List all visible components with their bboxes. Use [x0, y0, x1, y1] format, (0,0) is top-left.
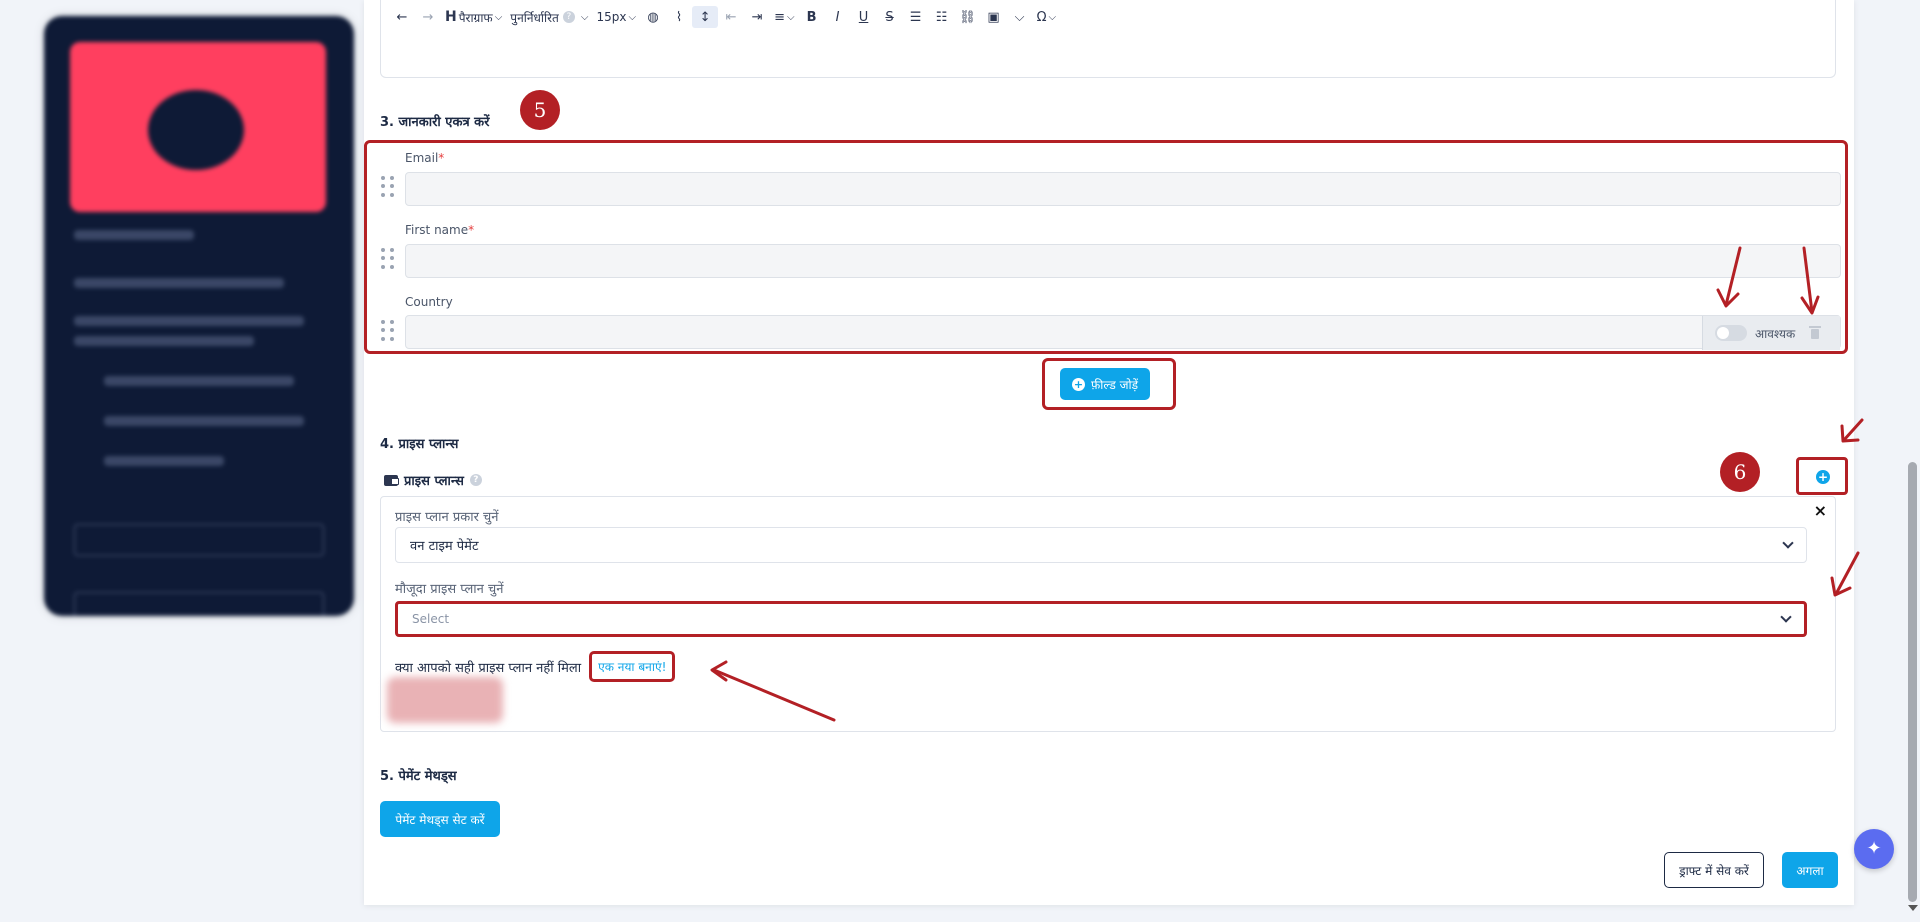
section-title-payment-methods: 5. पेमेंट मेथड्स — [380, 769, 457, 784]
more-dropdown-icon[interactable]: ⌵ — [1007, 6, 1033, 28]
add-field-button[interactable]: + फ़ील्ड जोड़ें — [1060, 368, 1151, 400]
add-price-plan-button[interactable]: + — [1816, 470, 1830, 484]
field-input-country[interactable]: आवश्यक — [405, 315, 1841, 350]
scroll-down-icon[interactable] — [1908, 905, 1918, 911]
existing-plan-select[interactable]: Select — [395, 601, 1807, 637]
palette-icon[interactable]: ◍ — [640, 6, 666, 28]
redo-icon[interactable]: → — [415, 6, 441, 28]
save-draft-button[interactable]: ड्राफ्ट में सेव करें — [1664, 852, 1764, 888]
required-label: आवश्यक — [1755, 326, 1796, 341]
help-icon: ? — [469, 474, 482, 486]
align-dropdown[interactable]: ≡ ⌵ — [770, 6, 799, 28]
drag-handle-icon[interactable] — [381, 248, 395, 270]
plan-type-label: प्राइस प्लान प्रकार चुनें — [395, 510, 499, 525]
annotation-badge-5: 5 — [520, 90, 560, 130]
ai-assistant-icon[interactable]: ✦ — [1854, 829, 1894, 869]
underline-icon[interactable]: U — [851, 6, 877, 28]
chevron-down-icon — [1780, 611, 1792, 623]
plan-type-select[interactable]: वन टाइम पेमेंट — [395, 527, 1807, 563]
field-input-first-name[interactable] — [405, 244, 1841, 278]
required-toggle[interactable] — [1715, 325, 1747, 341]
line-height-icon[interactable]: ↕ — [692, 6, 719, 28]
price-plan-panel: × प्राइस प्लान प्रकार चुनें वन टाइम पेमे… — [380, 496, 1836, 732]
add-field-highlight: + फ़ील्ड जोड़ें — [1042, 358, 1176, 410]
fields-list: Email* First name* Country आवश्यक — [364, 140, 1848, 354]
create-new-plan-link[interactable]: एक नया बनाएं! — [598, 660, 666, 674]
field-label-email: Email* — [405, 151, 445, 165]
annotation-badge-6: 6 — [1720, 452, 1760, 492]
font-size-dropdown[interactable]: 15px ⌵ — [592, 6, 640, 28]
drag-handle-icon[interactable] — [381, 176, 395, 198]
link-icon[interactable]: ⛓ — [955, 6, 981, 28]
section-title-price-plans: 4. प्राइस प्लान्स — [380, 437, 459, 452]
form-card: ← → H पैराग्राफ ⌵ पुनर्निर्धारित? ⌵ 15px ⌵ ◍… — [364, 0, 1854, 905]
reset-dropdown[interactable]: पुनर्निर्धारित? ⌵ — [506, 6, 592, 28]
indent-icon[interactable]: ⇥ — [744, 6, 770, 28]
delete-icon[interactable] — [1809, 326, 1822, 340]
paragraph-dropdown[interactable]: H पैराग्राफ ⌵ — [441, 6, 506, 28]
add-price-plan-highlight: + — [1796, 457, 1848, 495]
field-label-first-name: First name* — [405, 223, 475, 237]
undo-icon[interactable]: ← — [389, 6, 415, 28]
field-label-country: Country — [405, 295, 453, 309]
highlight-icon[interactable]: ⌇ — [666, 6, 692, 28]
scrollbar-thumb[interactable] — [1908, 462, 1917, 902]
page-preview-panel — [44, 16, 354, 616]
next-button[interactable]: अगला — [1782, 852, 1838, 888]
setup-payment-methods-button[interactable]: पेमेंट मेथड्स सेट करें — [380, 801, 500, 837]
price-plans-header: प्राइस प्लान्स ? — [384, 471, 482, 489]
create-plan-highlight: एक नया बनाएं! — [589, 651, 676, 682]
rich-text-editor[interactable]: ← → H पैराग्राफ ⌵ पुनर्निर्धारित? ⌵ 15px ⌵ ◍… — [380, 0, 1836, 78]
bullet-list-icon[interactable]: ☰ — [903, 6, 929, 28]
plus-circle-icon: + — [1072, 377, 1085, 391]
section-title-collect-info: 3. जानकारी एकत्र करें — [380, 115, 490, 130]
existing-plan-label: मौजूदा प्राइस प्लान चुनें — [395, 582, 504, 597]
outdent-icon[interactable]: ⇤ — [718, 6, 744, 28]
blurred-button — [387, 677, 503, 723]
field-actions: आवश्यक — [1702, 316, 1840, 350]
editor-toolbar: ← → H पैराग्राफ ⌵ पुनर्निर्धारित? ⌵ 15px ⌵ ◍… — [381, 6, 1060, 28]
numbered-list-icon[interactable]: ☷ — [929, 6, 955, 28]
field-input-email[interactable] — [405, 172, 1841, 206]
image-icon[interactable]: ▣ — [981, 6, 1007, 28]
wallet-icon — [384, 474, 399, 486]
preview-hero-image — [70, 42, 326, 212]
special-char-dropdown[interactable]: Ω ⌵ — [1033, 6, 1061, 28]
strikethrough-icon[interactable]: S — [877, 6, 903, 28]
italic-icon[interactable]: I — [825, 6, 851, 28]
chevron-down-icon — [1782, 537, 1794, 549]
drag-handle-icon[interactable] — [381, 320, 395, 342]
help-icon: ? — [562, 11, 575, 23]
bold-icon[interactable]: B — [799, 6, 825, 28]
close-icon[interactable]: × — [1814, 501, 1827, 520]
